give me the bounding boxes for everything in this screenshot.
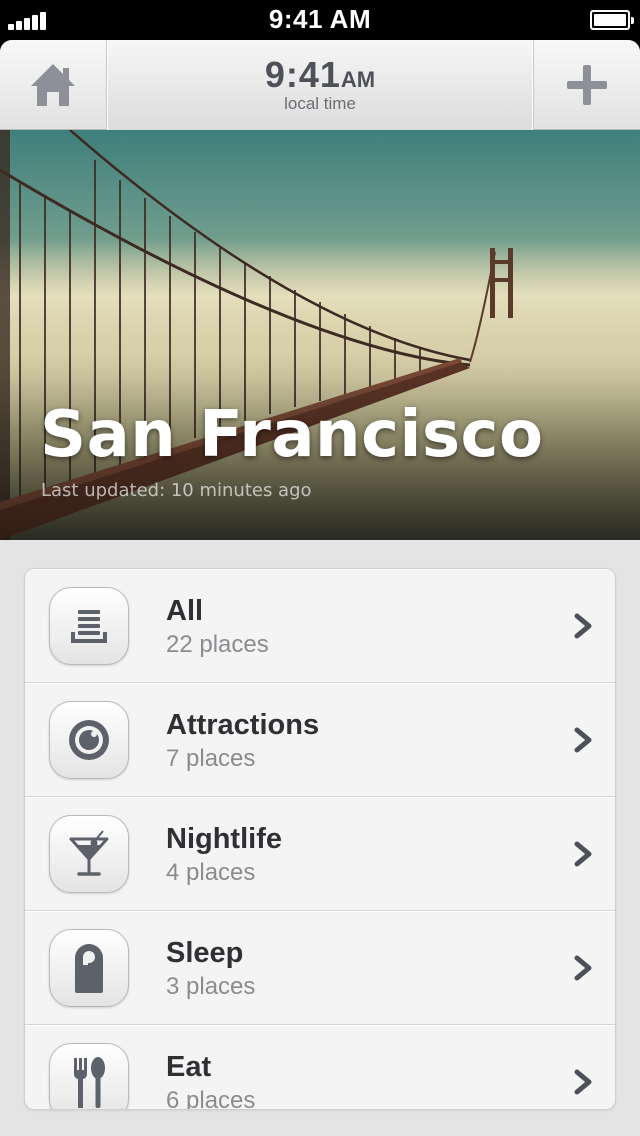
chevron-right-icon (574, 727, 592, 753)
category-row-all[interactable]: All 22 places (25, 569, 615, 683)
fork-spoon-icon (49, 1043, 129, 1109)
city-hero-image: San Francisco Last updated: 10 minutes a… (0, 130, 640, 540)
battery-icon (590, 10, 634, 30)
category-name: Sleep (166, 937, 244, 969)
plus-icon (567, 65, 607, 105)
category-row-eat[interactable]: Eat 6 places (25, 1025, 615, 1110)
list-stack-icon (49, 587, 129, 665)
category-name: Eat (166, 1051, 212, 1083)
status-time: 9:41 AM (268, 4, 372, 34)
category-count: 6 places (166, 1087, 256, 1110)
category-count: 3 places (166, 973, 256, 1000)
category-list-container: All 22 places Attractions 7 places Night… (0, 540, 640, 1136)
clock-subtitle: local time (284, 94, 356, 113)
category-row-nightlife[interactable]: Nightlife 4 places (25, 797, 615, 911)
clock-time: 9:41 (264, 54, 341, 95)
app-window: 9:41AM local time San Francisco Last upd… (0, 40, 640, 1136)
last-updated-label: Last updated: 10 minutes ago (41, 480, 312, 501)
cocktail-icon (49, 815, 129, 893)
category-row-sleep[interactable]: Sleep 3 places (25, 911, 615, 1025)
category-list: All 22 places Attractions 7 places Night… (24, 568, 616, 1110)
local-clock: 9:41AM local time (108, 40, 532, 130)
home-icon (31, 64, 75, 106)
camera-lens-icon (49, 701, 129, 779)
city-title: San Francisco (40, 398, 544, 472)
chevron-right-icon (574, 613, 592, 639)
category-row-attractions[interactable]: Attractions 7 places (25, 683, 615, 797)
category-count: 4 places (166, 859, 256, 886)
nav-bar: 9:41AM local time (0, 40, 640, 130)
chevron-right-icon (574, 841, 592, 867)
category-count: 22 places (166, 631, 269, 658)
chevron-right-icon (574, 955, 592, 981)
clock-ampm: AM (340, 67, 376, 92)
category-name: All (166, 595, 204, 627)
golden-gate-bridge-illustration (0, 130, 640, 540)
chevron-right-icon (574, 1069, 592, 1095)
category-count: 7 places (166, 745, 256, 772)
home-button[interactable] (0, 40, 107, 130)
add-button[interactable] (533, 40, 640, 130)
door-hanger-icon (49, 929, 129, 1007)
category-name: Nightlife (166, 823, 282, 855)
status-bar: 9:41 AM (0, 0, 640, 40)
category-name: Attractions (166, 709, 320, 741)
